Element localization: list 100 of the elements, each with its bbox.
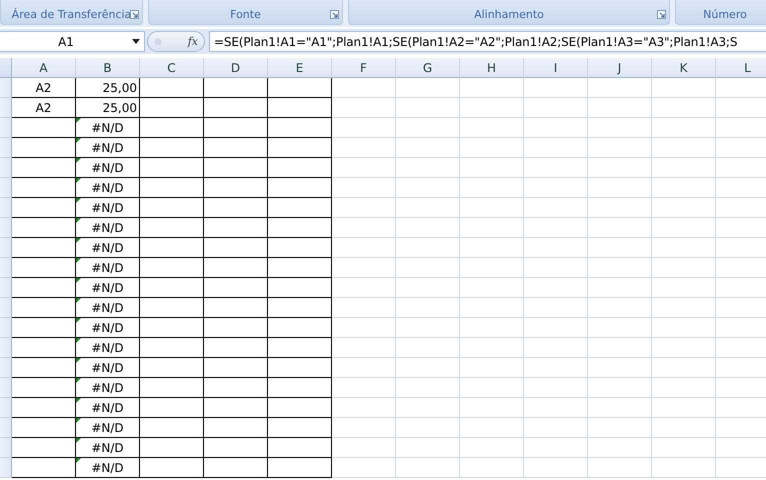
empty-cell	[268, 338, 332, 358]
empty-cell	[268, 318, 332, 338]
error-indicator-icon[interactable]	[76, 418, 81, 423]
empty-cell	[460, 178, 524, 198]
dialog-launcher-icon[interactable]	[130, 10, 139, 19]
empty-cell	[396, 98, 460, 118]
error-indicator-icon[interactable]	[76, 358, 81, 363]
column-header[interactable]: I	[524, 58, 588, 78]
column-header[interactable]: K	[652, 58, 716, 78]
empty-cell	[332, 198, 396, 218]
empty-cell	[204, 118, 268, 138]
error-indicator-icon[interactable]	[76, 318, 81, 323]
error-indicator-icon[interactable]	[76, 278, 81, 283]
empty-cell	[588, 378, 652, 398]
empty-cell	[268, 418, 332, 438]
error-indicator-icon[interactable]	[76, 438, 81, 443]
error-indicator-icon[interactable]	[76, 138, 81, 143]
empty-cell	[652, 418, 716, 438]
empty-cell	[396, 458, 460, 478]
error-indicator-icon[interactable]	[76, 258, 81, 263]
error-indicator-icon[interactable]	[76, 218, 81, 223]
column-header[interactable]: B	[76, 58, 140, 78]
empty-cell	[396, 298, 460, 318]
dialog-launcher-icon[interactable]	[657, 10, 666, 19]
name-box[interactable]: A1	[0, 31, 145, 52]
empty-cell	[204, 378, 268, 398]
empty-cell	[140, 178, 204, 198]
empty-cell	[332, 98, 396, 118]
error-indicator-icon[interactable]	[76, 298, 81, 303]
empty-cell	[396, 78, 460, 98]
insert-function-button[interactable]: fx	[188, 35, 198, 48]
empty-cell	[460, 278, 524, 298]
empty-cell	[588, 158, 652, 178]
error-indicator-icon[interactable]	[76, 158, 81, 163]
empty-cell	[204, 438, 268, 458]
column-header[interactable]: J	[588, 58, 652, 78]
error-indicator-icon[interactable]	[76, 118, 81, 123]
empty-cell	[140, 238, 204, 258]
table-cell: 25,00	[76, 98, 140, 118]
error-indicator-icon[interactable]	[76, 178, 81, 183]
empty-cell	[140, 278, 204, 298]
column-header[interactable]: A	[12, 58, 76, 78]
empty-cell	[460, 298, 524, 318]
column-header[interactable]: E	[268, 58, 332, 78]
empty-cell	[524, 298, 588, 318]
empty-cell	[396, 338, 460, 358]
formula-field[interactable]: =SE(Plan1!A1="A1";Plan1!A1;SE(Plan1!A2="A2";Plan1!A2;SE(Plan1!A3="A3";Plan1!A3;S	[209, 31, 766, 52]
empty-cell	[204, 398, 268, 418]
empty-cell	[332, 398, 396, 418]
empty-cell	[396, 158, 460, 178]
column-header[interactable]: F	[332, 58, 396, 78]
error-indicator-icon[interactable]	[76, 398, 81, 403]
empty-cell	[140, 198, 204, 218]
column-header[interactable]: L	[716, 58, 766, 78]
empty-cell	[524, 458, 588, 478]
error-indicator-icon[interactable]	[76, 338, 81, 343]
empty-cell	[460, 138, 524, 158]
empty-cell	[652, 278, 716, 298]
error-indicator-icon[interactable]	[76, 198, 81, 203]
table-cell: #N/D	[76, 418, 140, 438]
empty-cell	[204, 78, 268, 98]
column-header[interactable]: G	[396, 58, 460, 78]
error-indicator-icon[interactable]	[76, 378, 81, 383]
empty-cell	[652, 298, 716, 318]
empty-cell	[588, 238, 652, 258]
empty-cell	[204, 258, 268, 278]
empty-cell	[140, 158, 204, 178]
dropdown-arrow-icon[interactable]	[132, 39, 140, 44]
dialog-launcher-icon[interactable]	[330, 10, 339, 19]
empty-cell	[268, 398, 332, 418]
empty-cell	[460, 238, 524, 258]
empty-cell	[204, 98, 268, 118]
empty-cell	[268, 138, 332, 158]
empty-cell	[204, 298, 268, 318]
column-header[interactable]: D	[204, 58, 268, 78]
error-indicator-icon[interactable]	[76, 458, 81, 463]
empty-cell	[204, 178, 268, 198]
empty-cell	[140, 78, 204, 98]
empty-cell	[524, 378, 588, 398]
empty-cell	[332, 358, 396, 378]
empty-cell	[652, 438, 716, 458]
empty-cell	[524, 98, 588, 118]
circle-icon	[154, 38, 162, 46]
empty-cell	[204, 338, 268, 358]
empty-cell	[332, 458, 396, 478]
empty-cell	[588, 438, 652, 458]
empty-cell	[204, 218, 268, 238]
empty-cell	[396, 278, 460, 298]
empty-cell	[332, 258, 396, 278]
empty-cell	[588, 318, 652, 338]
empty-cell	[140, 218, 204, 238]
ribbon-group-label: Alinhamento	[474, 8, 544, 21]
column-header[interactable]: C	[140, 58, 204, 78]
empty-cell	[396, 178, 460, 198]
column-header[interactable]: H	[460, 58, 524, 78]
empty-cell	[652, 178, 716, 198]
empty-cell	[268, 378, 332, 398]
empty-cell	[268, 238, 332, 258]
empty-cell	[460, 78, 524, 98]
error-indicator-icon[interactable]	[76, 238, 81, 243]
